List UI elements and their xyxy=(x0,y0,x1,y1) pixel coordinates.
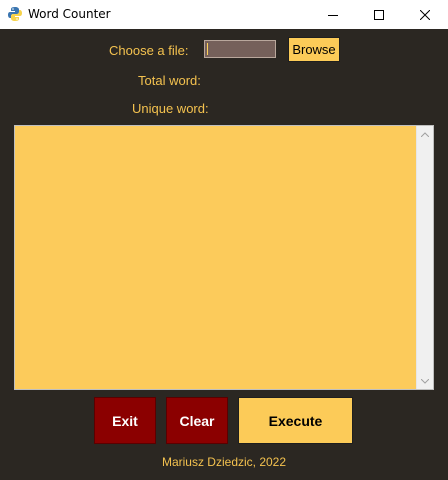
scroll-up-icon[interactable] xyxy=(420,129,430,139)
minimize-icon xyxy=(328,14,338,16)
maximize-icon xyxy=(374,9,384,20)
clear-button[interactable]: Clear xyxy=(166,397,228,444)
unique-word-label: Unique word: xyxy=(132,101,209,116)
output-text-area[interactable] xyxy=(14,125,434,390)
footer-credit: Mariusz Dziedzic, 2022 xyxy=(161,455,287,469)
browse-button[interactable]: Browse xyxy=(288,37,340,62)
choose-file-label: Choose a file: xyxy=(109,43,189,58)
exit-button[interactable]: Exit xyxy=(94,397,156,444)
file-path-input[interactable] xyxy=(204,40,276,58)
close-button[interactable] xyxy=(402,0,448,29)
vertical-scrollbar[interactable] xyxy=(416,126,433,389)
title-bar[interactable]: Word Counter xyxy=(0,0,448,29)
window-title: Word Counter xyxy=(28,7,111,21)
maximize-button[interactable] xyxy=(356,0,402,29)
total-word-label: Total word: xyxy=(138,73,201,88)
close-icon xyxy=(420,9,430,20)
scroll-down-icon[interactable] xyxy=(420,376,430,386)
execute-button[interactable]: Execute xyxy=(238,397,353,444)
app-window: Word Counter Choose a file: Browse Total… xyxy=(0,0,448,480)
text-caret xyxy=(207,43,208,55)
minimize-button[interactable] xyxy=(310,0,356,29)
python-icon xyxy=(7,6,23,22)
